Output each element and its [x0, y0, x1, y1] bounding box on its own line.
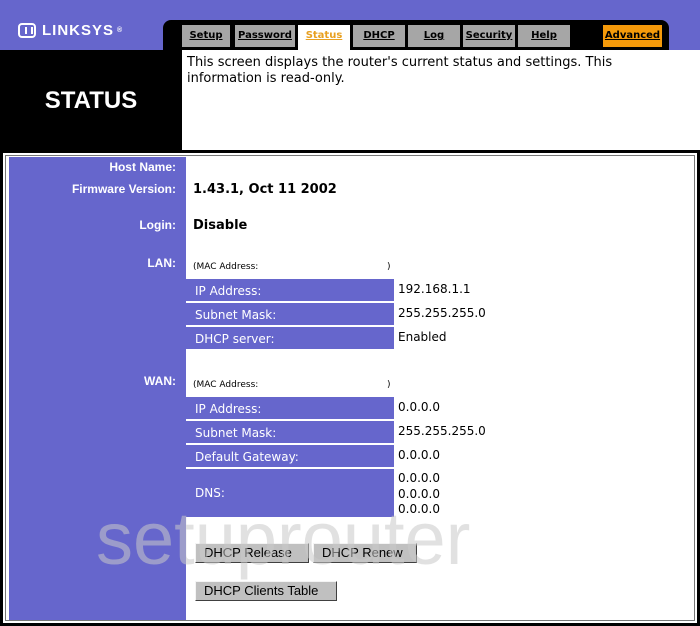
tab-advanced[interactable]: Advanced: [603, 25, 662, 47]
registered-mark: ®: [117, 26, 124, 34]
dhcp-release-button[interactable]: DHCP Release: [195, 543, 309, 563]
lan-subnet-value: 255.255.255.0: [398, 306, 486, 320]
tab-password[interactable]: Password: [235, 25, 295, 47]
brand-name: LINKSYS: [42, 21, 115, 39]
wan-dns-3: 0.0.0.0: [398, 502, 440, 516]
wan-mac-open: (MAC Address:: [193, 380, 259, 390]
lan-mac-address: (MAC Address: ): [193, 262, 393, 272]
wan-mac-address: (MAC Address: ): [193, 380, 393, 390]
lan-mac-close: ): [387, 262, 391, 272]
wan-ip-label: IP Address:: [183, 397, 394, 419]
host-name-label: Host Name:: [109, 160, 176, 174]
wan-gateway-label: Default Gateway:: [183, 445, 394, 467]
lan-ip-label: IP Address:: [183, 279, 394, 301]
tab-security[interactable]: Security: [463, 25, 515, 47]
linksys-logo-icon: [18, 22, 36, 38]
login-value: Disable: [193, 218, 248, 233]
page-title: STATUS: [0, 50, 182, 150]
lan-subnet-label: Subnet Mask:: [183, 303, 394, 325]
wan-dns-values: 0.0.0.0 0.0.0.0 0.0.0.0: [398, 471, 440, 518]
firmware-version-value: 1.43.1, Oct 11 2002: [193, 182, 337, 197]
login-label: Login:: [139, 218, 176, 232]
wan-label: WAN:: [144, 374, 176, 388]
wan-mac-close: ): [387, 380, 391, 390]
wan-subnet-label: Subnet Mask:: [183, 421, 394, 443]
lan-mac-open: (MAC Address:: [193, 262, 259, 272]
tab-bar: Setup Password Status DHCP Log Security …: [163, 20, 669, 50]
lan-dhcp-server-label: DHCP server:: [183, 327, 394, 349]
linksys-logo: LINKSYS ®: [18, 20, 123, 40]
status-panel: Host Name: Firmware Version: 1.43.1, Oct…: [0, 150, 700, 626]
tab-status[interactable]: Status: [298, 25, 350, 50]
wan-gateway-value: 0.0.0.0: [398, 448, 440, 462]
lan-dhcp-server-value: Enabled: [398, 330, 447, 344]
wan-subnet-value: 255.255.255.0: [398, 424, 486, 438]
tab-help[interactable]: Help: [518, 25, 570, 47]
firmware-version-label: Firmware Version:: [71, 182, 176, 196]
tab-log[interactable]: Log: [408, 25, 460, 47]
tab-setup[interactable]: Setup: [182, 25, 230, 47]
wan-ip-value: 0.0.0.0: [398, 400, 440, 414]
lan-label: LAN:: [147, 256, 176, 270]
header-bar: LINKSYS ® Setup Password Status DHCP Log…: [0, 0, 700, 50]
status-panel-inner: Host Name: Firmware Version: 1.43.1, Oct…: [5, 155, 695, 621]
wan-dns-label: DNS:: [183, 469, 394, 517]
tab-dhcp[interactable]: DHCP: [353, 25, 405, 47]
dhcp-clients-table-button[interactable]: DHCP Clients Table: [195, 581, 337, 601]
page-description: This screen displays the router's curren…: [187, 55, 613, 86]
wan-dns-2: 0.0.0.0: [398, 486, 440, 501]
lan-ip-value: 192.168.1.1: [398, 282, 471, 296]
wan-dns-1: 0.0.0.0: [398, 471, 440, 485]
dhcp-renew-button[interactable]: DHCP Renew: [313, 543, 417, 563]
